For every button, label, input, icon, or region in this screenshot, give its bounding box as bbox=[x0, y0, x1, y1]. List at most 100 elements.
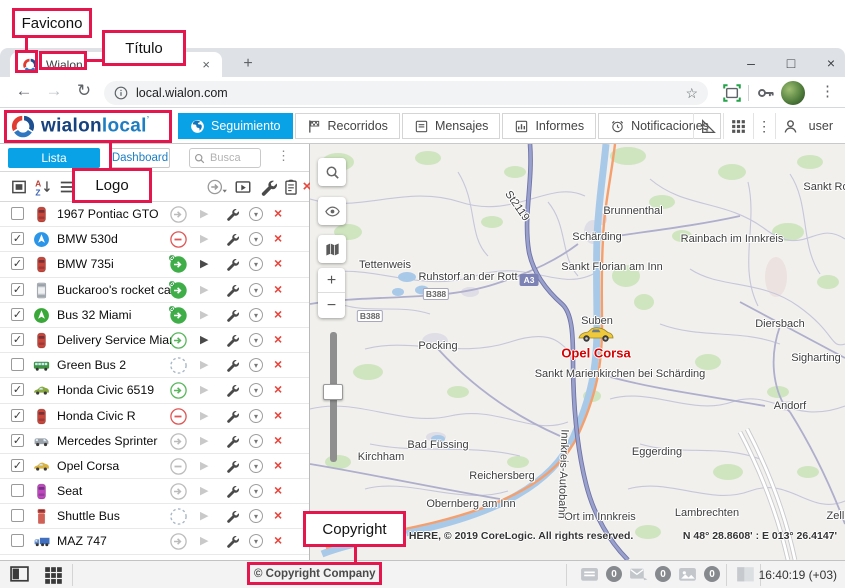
map-search-button[interactable] bbox=[318, 158, 346, 186]
tools-ruler-icon[interactable] bbox=[693, 113, 723, 139]
unit-name[interactable]: Mercedes Sprinter bbox=[57, 434, 157, 448]
zoom-out-button[interactable]: − bbox=[318, 293, 345, 318]
tab-dashboard[interactable]: Dashboard bbox=[110, 148, 170, 168]
map-layers-button[interactable] bbox=[318, 235, 346, 263]
unit-checkbox[interactable]: ✓ bbox=[11, 383, 24, 396]
quick-track-play-icon[interactable]: ▶ bbox=[200, 207, 208, 220]
quick-track-play-icon[interactable]: ▶ bbox=[200, 434, 208, 447]
address-bar[interactable]: local.wialon.com ☆ bbox=[104, 81, 708, 105]
unit-remove-icon[interactable]: × bbox=[274, 255, 282, 271]
unit-row[interactable]: ✓Delivery Service Miami▶▾× bbox=[0, 328, 309, 353]
quick-track-play-icon[interactable]: ▶ bbox=[200, 283, 208, 296]
reload-button[interactable]: ↻ bbox=[72, 81, 96, 101]
unit-checkbox[interactable] bbox=[11, 534, 24, 547]
nav-tab-informes[interactable]: Informes bbox=[502, 113, 596, 139]
unit-dropdown-icon[interactable]: ▾ bbox=[249, 283, 263, 297]
unit-checkbox[interactable]: ✓ bbox=[11, 409, 24, 422]
unit-marker-label[interactable]: Opel Corsa bbox=[561, 346, 630, 361]
unit-remove-icon[interactable]: × bbox=[274, 205, 282, 221]
unit-checkbox[interactable]: ✓ bbox=[11, 283, 24, 296]
unit-dropdown-icon[interactable]: ▾ bbox=[249, 232, 263, 246]
unit-name[interactable]: Honda Civic R bbox=[57, 409, 136, 423]
unit-wrench-icon[interactable] bbox=[225, 484, 239, 498]
unit-checkbox[interactable]: ✓ bbox=[11, 434, 24, 447]
unit-remove-icon[interactable]: × bbox=[274, 457, 282, 473]
unit-row[interactable]: ✓Bus 32 Miami▶▾× bbox=[0, 303, 309, 328]
unit-remove-icon[interactable]: × bbox=[274, 507, 282, 523]
panel-menu-dots-icon[interactable]: ⋮ bbox=[277, 148, 290, 164]
monitor-play-icon[interactable] bbox=[234, 178, 252, 196]
unit-row[interactable]: Seat▶▾× bbox=[0, 479, 309, 504]
unit-dropdown-icon[interactable]: ▾ bbox=[249, 459, 263, 473]
back-button[interactable]: ← bbox=[12, 81, 36, 101]
map-visibility-eye-button[interactable] bbox=[318, 197, 346, 225]
nav-tab-recorridos[interactable]: Recorridos bbox=[295, 113, 400, 139]
quick-track-play-icon[interactable]: ▶ bbox=[200, 358, 208, 371]
unit-wrench-icon[interactable] bbox=[225, 257, 239, 271]
zoom-slider-thumb[interactable] bbox=[323, 384, 343, 400]
unit-row[interactable]: Shuttle Bus▶▾× bbox=[0, 504, 309, 529]
nav-tab-seguimiento[interactable]: Seguimiento bbox=[178, 113, 293, 139]
unit-row[interactable]: ✓BMW 735i▶▾× bbox=[0, 252, 309, 277]
quick-track-play-icon[interactable]: ▶ bbox=[200, 509, 208, 522]
quick-track-play-icon[interactable]: ▶ bbox=[200, 333, 208, 346]
unit-dropdown-icon[interactable]: ▾ bbox=[249, 409, 263, 423]
unit-remove-icon[interactable]: × bbox=[274, 432, 282, 448]
unit-wrench-icon[interactable] bbox=[225, 308, 239, 322]
apps-grid-icon[interactable] bbox=[723, 113, 753, 139]
unit-remove-icon[interactable]: × bbox=[274, 281, 282, 297]
unit-name[interactable]: Seat bbox=[57, 484, 82, 498]
bottom-apps-grid-icon[interactable] bbox=[44, 566, 63, 583]
unit-wrench-icon[interactable] bbox=[225, 434, 239, 448]
nav-tab-mensajes[interactable]: Mensajes bbox=[402, 113, 501, 139]
unit-remove-icon[interactable]: × bbox=[274, 356, 282, 372]
new-tab-button[interactable]: + bbox=[236, 54, 260, 76]
capture-extension-icon[interactable] bbox=[722, 83, 742, 103]
messages-summary-icon[interactable] bbox=[580, 567, 599, 582]
unit-row[interactable]: ✓BMW 530d▶▾× bbox=[0, 227, 309, 252]
password-key-icon[interactable] bbox=[756, 83, 776, 103]
toggle-panel-icon[interactable] bbox=[10, 566, 29, 583]
unit-checkbox[interactable] bbox=[11, 484, 24, 497]
quick-track-play-icon[interactable]: ▶ bbox=[200, 484, 208, 497]
user-account-icon[interactable] bbox=[775, 113, 805, 139]
window-close-button[interactable]: × bbox=[823, 55, 839, 71]
site-info-icon[interactable] bbox=[114, 86, 128, 100]
layout-disabled-icon[interactable] bbox=[736, 566, 755, 583]
user-name-label[interactable]: user bbox=[805, 119, 841, 133]
unit-wrench-icon[interactable] bbox=[225, 383, 239, 397]
unit-remove-icon[interactable]: × bbox=[274, 381, 282, 397]
unit-row[interactable]: ✓Honda Civic 6519▶▾× bbox=[0, 378, 309, 403]
quick-track-play-icon[interactable]: ▶ bbox=[200, 534, 208, 547]
unit-row[interactable]: 1967 Pontiac GTO ▶ ▾ × bbox=[0, 202, 309, 227]
header-menu-dots-icon[interactable]: ⋮ bbox=[753, 113, 775, 139]
quick-track-play-icon[interactable]: ▶ bbox=[200, 308, 208, 321]
unit-name[interactable]: Delivery Service Miami bbox=[57, 333, 182, 347]
unit-name[interactable]: BMW 530d bbox=[57, 232, 118, 246]
unit-name[interactable]: Opel Corsa bbox=[57, 459, 119, 473]
unit-dropdown-icon[interactable]: ▾ bbox=[249, 207, 263, 221]
unit-checkbox[interactable]: ✓ bbox=[11, 232, 24, 245]
unit-name[interactable]: 1967 Pontiac GTO bbox=[57, 207, 159, 221]
unit-dropdown-icon[interactable]: ▾ bbox=[249, 333, 263, 347]
unit-row[interactable]: ✓Mercedes Sprinter▶▾× bbox=[0, 429, 309, 454]
quick-track-play-icon[interactable]: ▶ bbox=[200, 383, 208, 396]
quick-track-play-icon[interactable]: ▶ bbox=[200, 232, 208, 245]
tab-lista[interactable]: Lista bbox=[8, 148, 100, 168]
unit-name[interactable]: MAZ 747 bbox=[57, 534, 107, 548]
profile-avatar[interactable] bbox=[781, 81, 805, 105]
unit-checkbox[interactable]: ✓ bbox=[11, 257, 24, 270]
search-input[interactable] bbox=[208, 151, 256, 165]
unit-checkbox[interactable] bbox=[11, 509, 24, 522]
unit-wrench-icon[interactable] bbox=[225, 534, 239, 548]
window-minimize-button[interactable]: – bbox=[743, 55, 759, 71]
unit-checkbox[interactable]: ✓ bbox=[11, 308, 24, 321]
unit-wrench-icon[interactable] bbox=[225, 459, 239, 473]
quick-track-play-icon[interactable]: ▶ bbox=[200, 409, 208, 422]
sms-icon[interactable] bbox=[629, 567, 648, 582]
unit-remove-icon[interactable]: × bbox=[274, 482, 282, 498]
unit-checkbox[interactable] bbox=[11, 207, 24, 220]
unit-wrench-icon[interactable] bbox=[225, 358, 239, 372]
unit-dropdown-icon[interactable]: ▾ bbox=[249, 534, 263, 548]
unit-checkbox[interactable] bbox=[11, 358, 24, 371]
